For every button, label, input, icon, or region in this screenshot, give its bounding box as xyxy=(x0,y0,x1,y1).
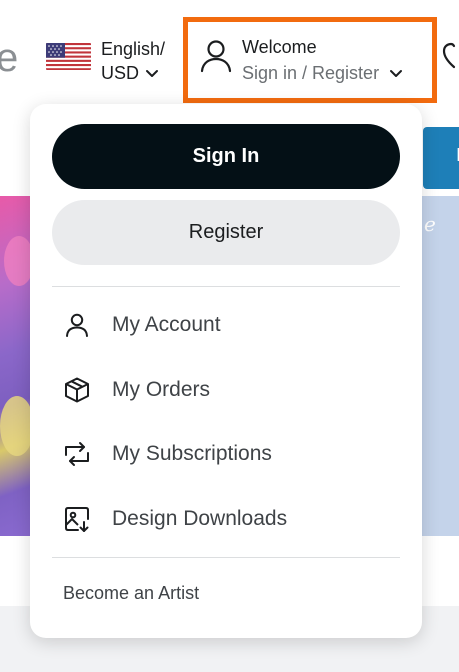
repeat-icon xyxy=(62,439,92,469)
divider xyxy=(52,557,400,558)
become-artist-link[interactable]: Become an Artist xyxy=(63,583,199,604)
image-download-icon xyxy=(62,504,92,534)
user-icon xyxy=(62,310,92,340)
chevron-down-icon xyxy=(145,61,159,85)
menu-item-design-downloads[interactable]: Design Downloads xyxy=(62,499,382,539)
site-header: e English/ USD Welcome Sign in / Registe… xyxy=(0,0,459,108)
hero-script-text: e xyxy=(424,212,436,236)
sign-in-register-label: Sign in / Register xyxy=(242,63,380,83)
register-button[interactable]: Register xyxy=(52,200,400,265)
menu-item-label: My Subscriptions xyxy=(112,442,272,465)
menu-item-label: Design Downloads xyxy=(112,507,288,530)
site-logo-fragment[interactable]: e xyxy=(0,38,18,78)
blue-action-button[interactable]: I xyxy=(423,127,459,189)
account-menu-toggle[interactable]: Sign in / Register xyxy=(242,63,403,84)
user-icon xyxy=(199,37,235,77)
heart-icon[interactable] xyxy=(442,40,459,70)
currency-label: USD xyxy=(101,63,140,83)
chevron-down-icon xyxy=(389,63,403,84)
welcome-title: Welcome xyxy=(242,37,317,57)
sign-in-button[interactable]: Sign In xyxy=(52,124,400,189)
menu-item-label: My Account xyxy=(112,313,221,336)
menu-item-label: My Orders xyxy=(112,378,211,401)
menu-item-my-account[interactable]: My Account xyxy=(62,305,382,345)
account-dropdown: Sign In Register My Account My Orders My… xyxy=(30,104,422,638)
menu-item-my-subscriptions[interactable]: My Subscriptions xyxy=(62,434,382,474)
menu-item-my-orders[interactable]: My Orders xyxy=(62,370,382,410)
us-flag-icon[interactable] xyxy=(46,43,91,70)
divider xyxy=(52,286,400,287)
box-icon xyxy=(62,375,92,405)
language-label: English/ xyxy=(101,39,166,59)
language-currency-selector[interactable]: English/ USD xyxy=(101,37,165,85)
hero-image-right: e xyxy=(422,196,459,536)
